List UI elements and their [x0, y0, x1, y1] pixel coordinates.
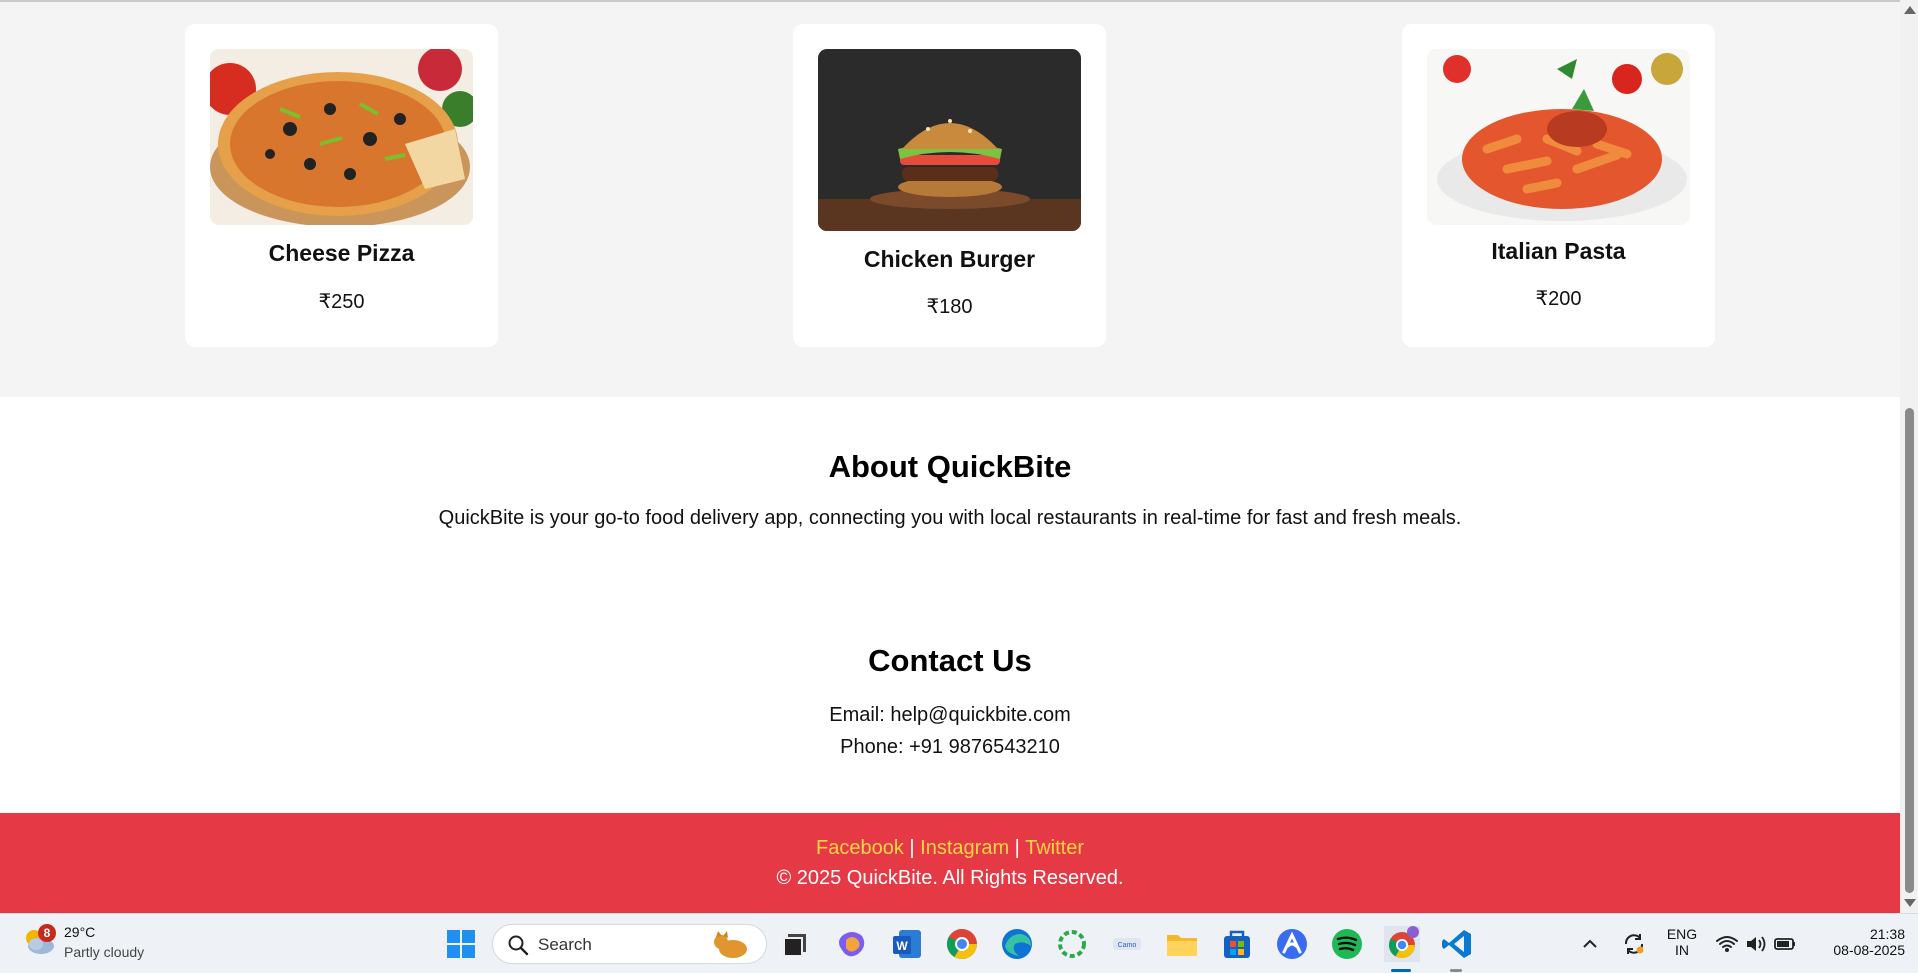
region-code: IN — [1675, 942, 1689, 958]
burger-image — [818, 49, 1081, 231]
item-name: Cheese Pizza — [268, 240, 415, 266]
menu-section: Cheese Pizza ₹250 Chicken Burger ₹180 It… — [0, 2, 1900, 397]
vertical-scrollbar[interactable] — [1900, 0, 1918, 913]
weather-widget[interactable]: 8 29°C Partly cloudy — [22, 922, 162, 966]
about-text: QuickBite is your go-to food delivery ap… — [438, 507, 1462, 529]
link-separator: | — [1014, 837, 1020, 859]
copilot-icon[interactable] — [834, 926, 870, 962]
clock[interactable]: 21:38 08-08-2025 — [1815, 926, 1905, 958]
clock-time: 21:38 — [1869, 926, 1905, 942]
chevron-up-icon[interactable] — [1578, 932, 1602, 956]
item-name: Chicken Burger — [863, 246, 1036, 272]
menu-card-pasta[interactable]: Italian Pasta ₹200 — [1402, 24, 1715, 347]
chrome-icon[interactable] — [944, 926, 980, 962]
edge-icon[interactable] — [999, 926, 1035, 962]
scrollbar-thumb[interactable] — [1905, 408, 1914, 893]
cat-doodle-icon — [714, 931, 747, 958]
file-explorer-icon[interactable] — [1164, 926, 1200, 962]
spotify-icon[interactable] — [1329, 926, 1365, 962]
pasta-image — [1427, 49, 1690, 225]
weather-condition: Partly cloudy — [64, 944, 145, 960]
contact-section: Contact Us Email: help@quickbite.com Pho… — [0, 643, 1900, 763]
item-price: ₹200 — [1535, 288, 1582, 310]
svg-text:W: W — [896, 939, 908, 953]
language-code: ENG — [1666, 926, 1698, 942]
social-links: Facebook | Instagram | Twitter — [0, 813, 1900, 862]
scroll-up-arrow-icon[interactable] — [1904, 6, 1916, 14]
store-icon[interactable] — [1219, 926, 1255, 962]
scroll-down-arrow-icon[interactable] — [1904, 899, 1916, 907]
browser-viewport: Cheese Pizza ₹250 Chicken Burger ₹180 It… — [0, 0, 1900, 913]
arc-icon[interactable] — [1274, 926, 1310, 962]
sync-icon[interactable] — [1620, 930, 1648, 958]
facebook-link[interactable]: Facebook — [816, 837, 904, 859]
wifi-icon[interactable] — [1715, 932, 1739, 956]
windows-start-icon[interactable] — [443, 926, 479, 962]
item-price: ₹180 — [926, 296, 973, 318]
search-icon — [508, 935, 529, 956]
windows-taskbar: 8 29°C Partly cloudy Search W Camo ENG I… — [0, 913, 1918, 973]
chrome-profile-icon[interactable] — [1384, 926, 1420, 962]
active-app-indicator — [1391, 969, 1411, 972]
link-separator: | — [909, 837, 915, 859]
about-title: About QuickBite — [828, 449, 1072, 484]
item-price: ₹250 — [318, 291, 365, 313]
menu-card-burger[interactable]: Chicken Burger ₹180 — [793, 24, 1106, 347]
contact-title: Contact Us — [868, 643, 1032, 678]
battery-icon[interactable] — [1773, 932, 1797, 956]
open-app-indicator — [1450, 969, 1462, 972]
clock-date: 08-08-2025 — [1833, 942, 1905, 958]
item-name: Italian Pasta — [1491, 238, 1626, 264]
language-indicator[interactable]: ENG IN — [1660, 926, 1704, 958]
task-view-icon[interactable] — [778, 926, 814, 962]
weather-temp: 29°C — [64, 924, 96, 940]
pizza-image — [210, 49, 473, 225]
instagram-link[interactable]: Instagram — [920, 837, 1009, 859]
footer: Facebook | Instagram | Twitter © 2025 Qu… — [0, 813, 1900, 913]
circle-app-icon[interactable] — [1054, 926, 1090, 962]
copyright: © 2025 QuickBite. All Rights Reserved. — [776, 867, 1124, 889]
svg-text:Camo: Camo — [1118, 942, 1137, 949]
contact-phone: Phone: +91 9876543210 — [840, 736, 1060, 758]
weather-badge: 8 — [38, 924, 56, 942]
menu-card-pizza[interactable]: Cheese Pizza ₹250 — [185, 24, 498, 347]
about-section: About QuickBite QuickBite is your go-to … — [0, 397, 1900, 530]
volume-icon[interactable] — [1744, 932, 1768, 956]
contact-email: Email: help@quickbite.com — [829, 704, 1071, 726]
word-icon[interactable]: W — [889, 926, 925, 962]
search-placeholder: Search — [538, 935, 592, 954]
vscode-icon[interactable] — [1439, 926, 1475, 962]
camo-icon[interactable]: Camo — [1109, 926, 1145, 962]
twitter-link[interactable]: Twitter — [1025, 837, 1084, 859]
taskbar-search[interactable]: Search — [492, 924, 767, 964]
